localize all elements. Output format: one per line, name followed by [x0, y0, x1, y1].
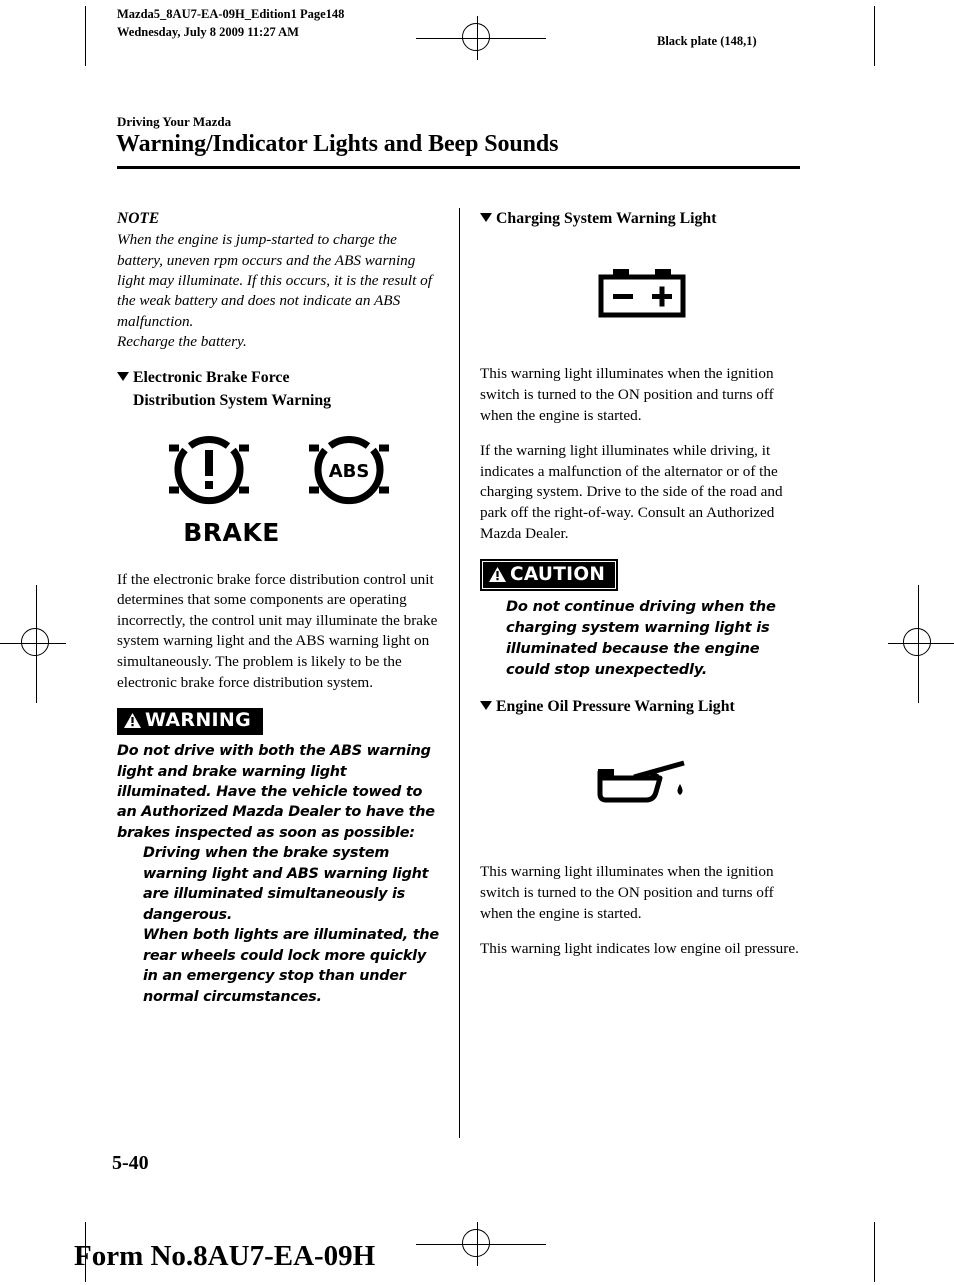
registration-mark-right — [896, 621, 940, 665]
oil-symbol-group — [480, 758, 804, 810]
title-divider — [117, 166, 800, 169]
header-date-line: Wednesday, July 8 2009 11:27 AM — [117, 24, 299, 39]
registration-mark-top — [455, 16, 499, 60]
caution-banner: CAUTION — [483, 562, 616, 589]
abs-circle-icon: ABS — [309, 436, 389, 505]
abs-warning-symbol: ABS — [303, 430, 395, 514]
warning-triangle-icon — [489, 567, 506, 583]
caution-banner-label: CAUTION — [510, 564, 606, 586]
ebd-paragraph: If the electronic brake force distributi… — [117, 570, 438, 691]
warning-body: Do not drive with both the ABS warning l… — [117, 743, 435, 841]
page-title: Warning/Indicator Lights and Beep Sounds — [116, 131, 559, 157]
brake-warning-symbol — [163, 430, 255, 514]
triangle-bullet-icon — [480, 700, 492, 710]
form-number: Form No.8AU7-EA-09H — [74, 1240, 376, 1272]
warning-triangle-icon — [124, 713, 141, 729]
battery-icon — [598, 269, 686, 318]
crop-mark-right-vertical — [874, 6, 875, 66]
note-body-2: Recharge the battery. — [117, 332, 247, 350]
heading-ebd-line1: Electronic Brake Force — [133, 369, 290, 387]
caution-banner-frame: CAUTION — [480, 559, 619, 592]
heading-engine-oil-pressure: Engine Oil Pressure Warning Light — [480, 696, 804, 718]
left-column: NOTE When the engine is jump-started to … — [117, 208, 441, 1007]
charging-paragraph-2: If the warning light illuminates while d… — [480, 442, 783, 542]
oil-paragraph-2: This warning light indicates low engine … — [480, 940, 799, 958]
warning-item-1: Driving when the brake system warning li… — [143, 845, 429, 923]
header-file-line: Mazda5_8AU7-EA-09H_Edition1 Page148 — [117, 7, 345, 21]
heading-electronic-brake-force: Electronic Brake Force Distribution Syst… — [117, 367, 441, 412]
crop-mark-bottom-right-vertical — [874, 1222, 875, 1282]
oil-can-icon — [597, 760, 685, 803]
triangle-bullet-icon — [117, 372, 129, 382]
crop-mark-left-vertical — [85, 6, 86, 66]
warning-banner-label: WARNING — [145, 709, 252, 732]
warning-banner: WARNING — [117, 708, 264, 736]
heading-charging-system: Charging System Warning Light — [480, 208, 804, 230]
abs-symbol-label: ABS — [329, 461, 370, 482]
triangle-bullet-icon — [480, 213, 492, 222]
heading-oil-label: Engine Oil Pressure Warning Light — [496, 697, 735, 715]
registration-mark-left — [14, 621, 58, 665]
column-divider — [459, 208, 460, 1138]
brake-exclamation-circle-icon — [169, 436, 249, 505]
registration-mark-bottom — [455, 1222, 499, 1266]
oil-paragraph-1: This warning light illuminates when the … — [480, 863, 774, 922]
heading-ebd-line2: Distribution System Warning — [133, 391, 332, 409]
section-label: Driving Your Mazda — [117, 114, 232, 129]
heading-charging-label: Charging System Warning Light — [496, 210, 717, 227]
page-number: 5-40 — [112, 1152, 149, 1174]
right-column: Charging System Warning Light This warni… — [480, 208, 804, 960]
brake-symbol-label: BRAKE — [183, 518, 280, 548]
charging-paragraph-1: This warning light illuminates when the … — [480, 365, 774, 424]
header-file-info: Mazda5_8AU7-EA-09H_Edition1 Page148 Wedn… — [117, 6, 344, 42]
caution-body: Do not continue driving when the chargin… — [506, 598, 776, 679]
warning-item-2: When both lights are illuminated, the re… — [143, 927, 439, 1005]
ebd-symbol-group: ABS BRAKE — [117, 430, 441, 551]
header-black-plate: Black plate (148,1) — [657, 34, 757, 48]
note-heading: NOTE — [117, 210, 160, 227]
charging-symbol-group — [480, 266, 804, 324]
note-body: When the engine is jump-started to charg… — [117, 231, 432, 330]
